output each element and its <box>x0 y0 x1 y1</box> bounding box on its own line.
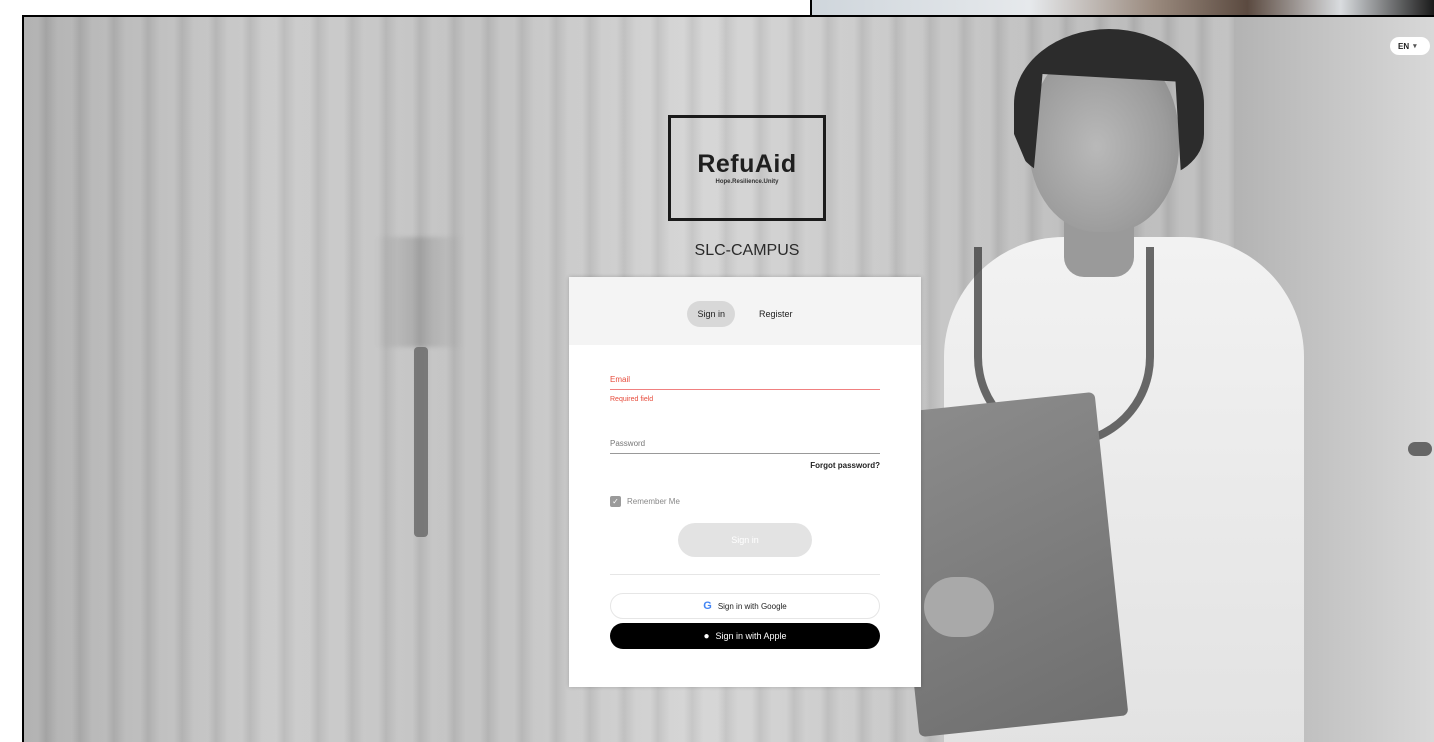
background-pole <box>414 347 428 537</box>
email-label: Email <box>610 375 631 384</box>
google-sign-in-label: Sign in with Google <box>717 601 787 611</box>
background-blur-object <box>374 237 464 347</box>
doctor-hand <box>924 577 994 637</box>
door-knob <box>1408 442 1432 456</box>
forgot-password-link[interactable]: Forgot password? <box>610 461 880 470</box>
apple-icon: ● <box>703 630 710 642</box>
google-icon: G <box>703 600 712 612</box>
tab-register[interactable]: Register <box>749 301 803 327</box>
language-selector[interactable]: EN ▾ <box>1390 37 1430 55</box>
page-frame: EN ▾ RefuAid Hope.Resilience.Unity SLC-C… <box>22 15 1434 742</box>
login-form: Email Required field Password Forgot pas… <box>569 345 921 649</box>
password-label: Password <box>610 439 646 448</box>
remember-me-label: Remember Me <box>627 497 680 506</box>
password-underline <box>610 453 880 454</box>
email-underline <box>610 389 880 390</box>
auth-tabs: Sign in Register <box>569 277 921 345</box>
campus-title: SLC-CAMPUS <box>694 242 800 259</box>
brand-name: RefuAid <box>697 149 797 178</box>
language-label: EN <box>1398 41 1410 51</box>
email-error-message: Required field <box>610 396 654 403</box>
brand-tagline: Hope.Resilience.Unity <box>715 178 779 185</box>
tab-sign-in[interactable]: Sign in <box>687 301 735 327</box>
login-card: Sign in Register Email Required field Pa… <box>569 277 921 687</box>
apple-sign-in-label: Sign in with Apple <box>715 631 787 641</box>
sign-in-button[interactable]: Sign in <box>678 523 812 557</box>
divider <box>610 574 880 575</box>
remember-me[interactable]: ✓ Remember Me <box>610 496 880 507</box>
checkbox-checked-icon[interactable]: ✓ <box>610 496 621 507</box>
google-sign-in-button[interactable]: G Sign in with Google <box>610 593 880 619</box>
clipboard <box>885 391 1129 738</box>
brand-logo: RefuAid Hope.Resilience.Unity <box>668 115 826 221</box>
chevron-down-icon: ▾ <box>1413 43 1417 50</box>
background-image-strip <box>810 0 1434 16</box>
password-field[interactable]: Password <box>610 439 880 454</box>
apple-sign-in-button[interactable]: ● Sign in with Apple <box>610 623 880 649</box>
email-field[interactable]: Email Required field <box>610 375 880 403</box>
